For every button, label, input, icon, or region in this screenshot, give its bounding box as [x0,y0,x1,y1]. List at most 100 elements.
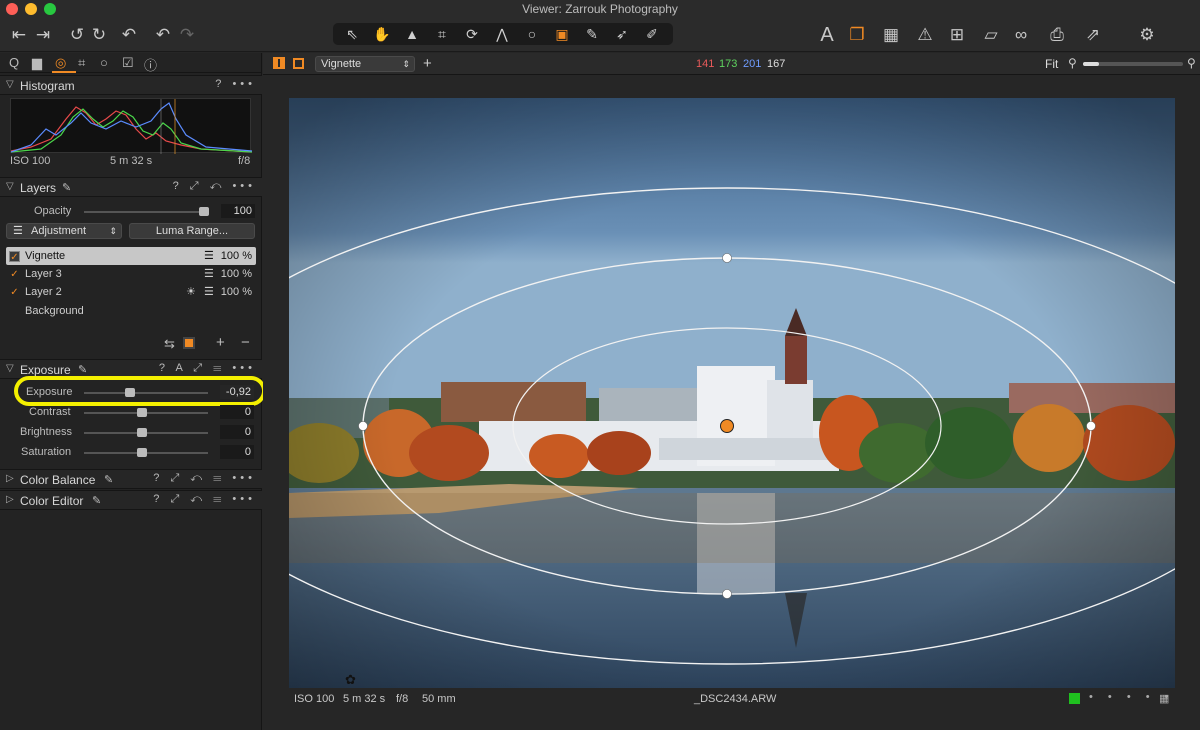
expand-arrow-icon[interactable]: ▷ [6,494,14,505]
info-tab-icon[interactable]: ⓘ [144,55,157,74]
zoom-window-button[interactable] [44,3,56,15]
close-window-button[interactable] [6,3,18,15]
picker-cursor-icon[interactable]: ➶ [607,23,637,45]
pipette-icon[interactable]: ✎ [78,363,87,376]
glasses-icon[interactable]: ∞ [1010,22,1032,48]
lens-tab-icon[interactable]: ⌗ [78,55,85,71]
rotate-left-icon[interactable]: ↺ [66,22,88,48]
add-layer-icon[interactable]: + [216,334,225,351]
color-tag[interactable] [1069,693,1080,704]
undo-all-icon[interactable]: ↶ [118,22,140,48]
brush-cursor-icon[interactable]: ✎ [577,23,607,45]
color-balance-tools[interactable]: ? ⤢ ↶ ☰ ••• [153,472,256,485]
mask-cursor-icon[interactable]: ▣ [547,23,577,45]
warning-icon[interactable]: ⚠ [914,22,936,48]
add-icon[interactable]: + [423,55,432,72]
variants-icon[interactable]: ❐ [846,22,868,48]
expand-arrow-icon[interactable]: ▷ [6,473,14,484]
import-icon[interactable]: ⇤ [8,22,30,48]
pan-cursor-icon[interactable]: ✋ [367,23,397,45]
zoom-label[interactable]: Fit [1045,57,1058,71]
adjustment-icon: ☰ [13,225,23,237]
layer-row-vignette[interactable]: ✓ Vignette ☰ 100 % [6,247,256,265]
redo-icon[interactable]: ↷ [176,22,198,48]
opacity-slider-knob[interactable] [199,207,209,216]
layers-header[interactable]: ▽ Layers ✎ ? ⤢ ↶ ••• [0,177,262,197]
saturation-value[interactable]: 0 [220,445,254,459]
eraser-cursor-icon[interactable]: ✐ [637,23,667,45]
edit-icon[interactable]: ▱ [980,22,1002,48]
opacity-value[interactable]: 100 [221,204,255,218]
collapse-arrow-icon[interactable]: ▽ [6,181,14,192]
window-title: Viewer: Zarrouk Photography [522,2,678,16]
pipette-icon[interactable]: ✎ [92,494,101,507]
table-icon[interactable]: ⊞ [946,22,968,48]
opacity-slider[interactable] [84,211,208,213]
spot-cursor-icon[interactable]: ○ [517,23,547,45]
layer-settings-icon[interactable]: ☰ [204,265,214,283]
layer-row-layer-3[interactable]: ✓ Layer 3 ☰ 100 % [6,265,256,283]
layer-name: Background [25,305,84,317]
adjustment-dropdown[interactable]: ☰ Adjustment ⇕ [6,223,122,239]
select-cursor-icon[interactable]: ⇖ [337,23,367,45]
layer-select[interactable]: Vignette ⇕ [315,56,415,72]
multi-view-icon[interactable] [273,57,285,69]
keystone-cursor-icon[interactable]: ⋀ [487,23,517,45]
pipette-icon[interactable]: ✎ [62,181,71,194]
exposure-slider-knob[interactable] [124,388,135,397]
saturation-slider-knob[interactable] [137,448,147,457]
color-editor-header[interactable]: ▷ Color Editor ✎ ? ⤢ ↶ ☰ ••• [0,490,262,510]
brightness-value[interactable]: 0 [220,425,254,439]
loupe-cursor-icon[interactable]: ▲ [397,23,427,45]
print-icon[interactable]: ⎙ [1046,22,1068,48]
gear-icon[interactable]: ⚙ [1136,22,1158,48]
text-icon[interactable]: A [816,22,838,48]
single-view-icon[interactable] [293,58,304,69]
exposure-value[interactable]: -0,92 [220,385,254,399]
layer-visible-checkbox[interactable]: ✓ [9,287,20,298]
chevron-updown-icon: ⇕ [109,226,117,236]
layer-visible-checkbox[interactable]: ✓ [9,251,20,263]
tool-panel: Q ▆ ◎ ⌗ ○ ☑ ⓘ ▽ Histogram ? ••• ISO 100 … [0,53,266,730]
minimize-window-button[interactable] [25,3,37,15]
crop-cursor-icon[interactable]: ⌗ [427,23,457,45]
layer-settings-icon[interactable]: ☰ [204,247,214,265]
grid-icon[interactable]: ▦ [880,22,902,48]
library-tab-icon[interactable]: ▆ [32,55,42,71]
layer-visible-checkbox[interactable]: ✓ [9,269,20,280]
zoom-in-icon[interactable]: ⚲ [1187,56,1196,70]
layers-tools[interactable]: ? ⤢ ↶ ••• [173,180,256,193]
search-tab-icon[interactable]: Q [9,55,19,70]
luma-range-button[interactable]: Luma Range... [129,223,255,239]
layer-row-background[interactable]: Background [6,302,256,320]
zoom-slider[interactable] [1083,62,1183,66]
mask-icon[interactable] [183,337,195,349]
info-grid-icon[interactable]: ▦ [1159,692,1169,705]
contrast-value[interactable]: 0 [220,405,254,419]
color-tab-icon[interactable]: ◎ [55,55,66,71]
main-photo[interactable]: ✿ [289,98,1175,688]
export-icon[interactable]: ⇥ [32,22,54,48]
layer-settings-icon[interactable]: ☰ [204,283,214,301]
exposure-tools[interactable]: ? A ⤢ ☰ ••• [159,362,256,375]
pipette-icon[interactable]: ✎ [104,473,113,486]
rotate-cursor-icon[interactable]: ⟳ [457,23,487,45]
rotate-right-icon[interactable]: ↻ [88,22,110,48]
undo-icon[interactable]: ↶ [152,22,174,48]
contrast-slider-knob[interactable] [137,408,147,417]
details-tab-icon[interactable]: ○ [100,55,108,70]
arrows-icon[interactable]: ⇗ [1082,22,1104,48]
swap-icon[interactable]: ⇆ [164,336,175,352]
histogram-tools[interactable]: ? ••• [215,78,256,90]
color-editor-tools[interactable]: ? ⤢ ↶ ☰ ••• [153,493,256,506]
collapse-arrow-icon[interactable]: ▽ [6,79,14,90]
adjustments-tab-icon[interactable]: ☑ [122,55,134,71]
exposure-slider[interactable] [84,392,208,394]
histogram-header[interactable]: ▽ Histogram ? ••• [0,75,262,95]
layer-row-layer-2[interactable]: ✓ Layer 2 ☀ ☰ 100 % [6,283,256,301]
brightness-slider-knob[interactable] [137,428,147,437]
color-balance-header[interactable]: ▷ Color Balance ✎ ? ⤢ ↶ ☰ ••• [0,469,262,489]
collapse-arrow-icon[interactable]: ▽ [6,363,14,374]
contrast-label: Contrast [29,406,71,418]
remove-layer-icon[interactable]: − [241,334,250,351]
